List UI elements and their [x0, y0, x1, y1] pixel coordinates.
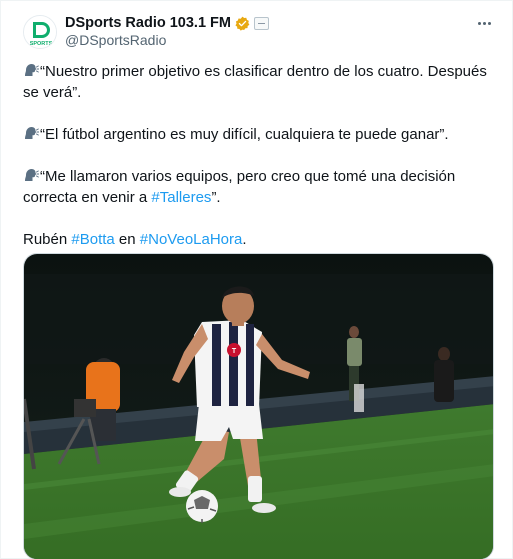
- author-avatar[interactable]: SPORTS: [23, 15, 57, 49]
- more-options-icon[interactable]: [474, 13, 494, 33]
- tweet-card[interactable]: SPORTS DSports Radio 103.1 FM @DSportsRa…: [0, 0, 513, 559]
- hashtag-talleres[interactable]: #Talleres: [151, 189, 211, 206]
- verified-badge-icon[interactable]: [235, 16, 250, 31]
- avatar-label: SPORTS: [30, 41, 53, 47]
- tweet-media-photo[interactable]: T: [23, 253, 494, 559]
- tweet-text: “Nuestro primer objetivo es clasificar d…: [23, 61, 498, 271]
- quote-2: “El fútbol argentino es muy difícil, cua…: [40, 126, 449, 143]
- speaking-head-icon: [25, 64, 39, 76]
- closing-end: .: [242, 231, 247, 248]
- author-display-name[interactable]: DSports Radio 103.1 FM: [65, 15, 231, 31]
- jersey-badge: T: [232, 348, 237, 355]
- tweet-paragraph-3: “Me llamaron varios equipos, pero creo q…: [23, 166, 498, 208]
- quote-1: “Nuestro primer objetivo es clasificar d…: [23, 63, 487, 101]
- quote-3-text: “Me llamaron varios equipos, pero creo q…: [23, 168, 456, 206]
- closing-name: Rubén: [23, 231, 72, 248]
- football-player-photo: T: [24, 254, 493, 559]
- tweet-paragraph-4: Rubén #Botta en #NoVeoLaHora.: [23, 229, 498, 250]
- hashtag-noveolahora[interactable]: #NoVeoLaHora: [140, 231, 243, 248]
- tweet-paragraph-2: “El fútbol argentino es muy difícil, cua…: [23, 124, 498, 145]
- tweet-paragraph-1: “Nuestro primer objetivo es clasificar d…: [23, 61, 498, 103]
- quote-3-end: ”.: [211, 189, 221, 206]
- affiliate-badge-icon[interactable]: [253, 16, 269, 30]
- name-row: DSports Radio 103.1 FM: [65, 13, 269, 33]
- closing-mid: en: [114, 231, 140, 248]
- author-handle[interactable]: @DSportsRadio: [65, 32, 166, 48]
- speaking-head-icon: [25, 169, 39, 181]
- hashtag-botta[interactable]: #Botta: [71, 231, 114, 248]
- speaking-head-icon: [25, 127, 39, 139]
